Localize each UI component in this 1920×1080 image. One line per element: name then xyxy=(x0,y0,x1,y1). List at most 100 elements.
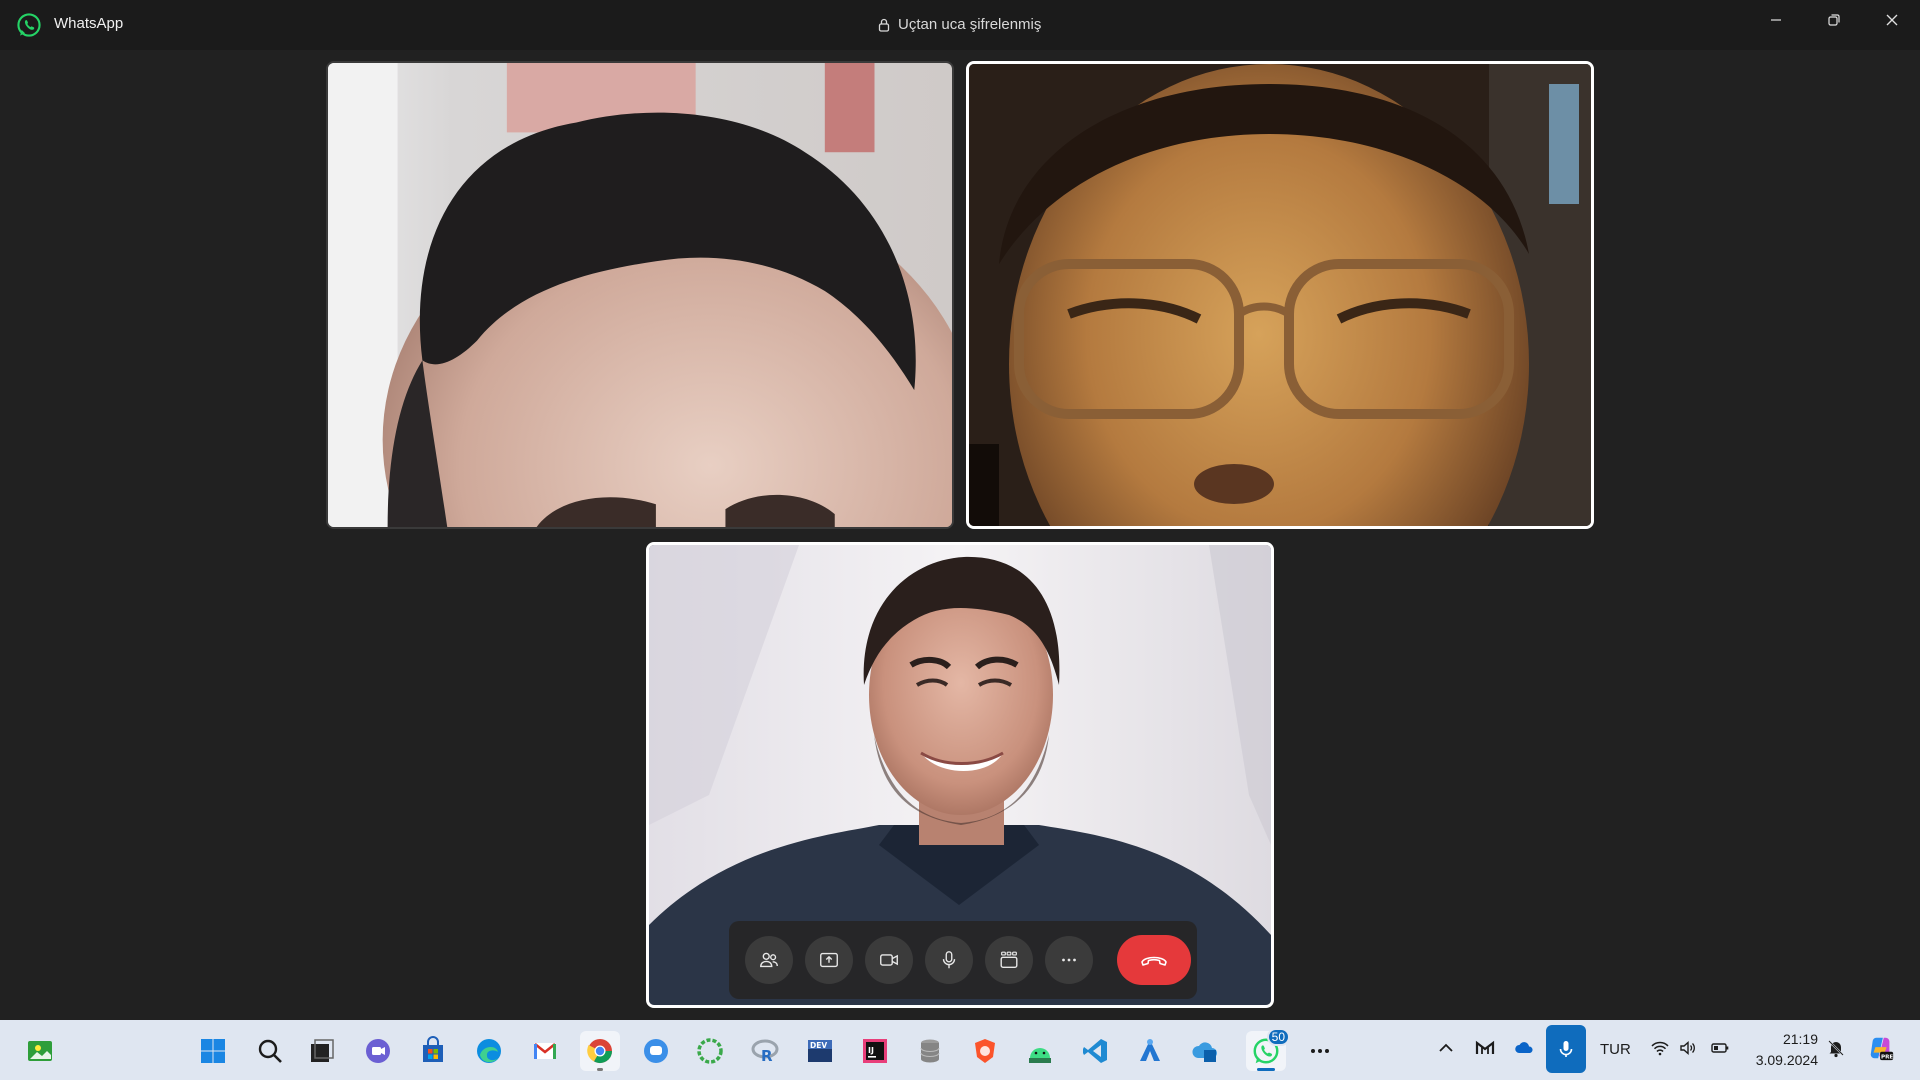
svg-text:IJ: IJ xyxy=(868,1046,874,1055)
participant-2-video-feed xyxy=(969,64,1591,526)
taskbar-search[interactable] xyxy=(250,1031,290,1071)
clock-time: 21:19 xyxy=(1782,1031,1818,1047)
taskbar-start[interactable] xyxy=(193,1031,233,1071)
screen-share-icon xyxy=(820,952,838,968)
taskbar-azure-data-studio[interactable] xyxy=(1130,1031,1170,1071)
tray-notifications[interactable] xyxy=(1824,1036,1848,1060)
restore-button[interactable] xyxy=(1806,0,1862,40)
taskbar-widgets[interactable] xyxy=(20,1031,60,1071)
tray-overflow-button[interactable] xyxy=(1434,1036,1458,1060)
teams-chat-icon xyxy=(366,1039,390,1063)
azure-storage-icon xyxy=(1192,1042,1217,1062)
edge-icon xyxy=(477,1039,501,1063)
azure-data-studio-icon xyxy=(1140,1039,1160,1061)
participant-video-1[interactable] xyxy=(326,61,954,529)
whatsapp-unread-badge: 50 xyxy=(1266,1028,1290,1046)
restore-icon xyxy=(1828,14,1840,26)
brave-browser-icon xyxy=(975,1039,995,1063)
tray-gmail[interactable] xyxy=(1473,1036,1497,1060)
taskbar-dev-cpp[interactable]: DEV xyxy=(800,1031,840,1071)
participant-1-video-feed xyxy=(328,63,952,527)
chrome-icon xyxy=(587,1039,612,1064)
taskbar-gmail[interactable] xyxy=(525,1031,565,1071)
tray-wifi[interactable] xyxy=(1648,1036,1672,1060)
svg-text:PRE: PRE xyxy=(1881,1054,1893,1060)
taskbar-android-studio[interactable] xyxy=(1020,1031,1060,1071)
self-video[interactable] xyxy=(646,542,1274,1008)
call-controls-bar xyxy=(729,921,1197,999)
chevron-up-icon xyxy=(1439,1043,1453,1052)
clock-date: 3.09.2024 xyxy=(1755,1052,1818,1068)
tray-volume[interactable] xyxy=(1676,1036,1700,1060)
taskbar-brave[interactable] xyxy=(965,1031,1005,1071)
more-options-icon xyxy=(1062,958,1076,962)
dev-ide-icon: DEV xyxy=(808,1040,832,1062)
taskbar: R DEV IJ 50 xyxy=(0,1020,1920,1080)
taskbar-r-studio[interactable]: R xyxy=(745,1031,785,1071)
taskbar-more[interactable] xyxy=(1300,1031,1340,1071)
search-icon xyxy=(258,1039,282,1063)
more-icon xyxy=(1311,1049,1329,1053)
wifi-icon xyxy=(1651,1041,1669,1056)
participant-video-2[interactable] xyxy=(966,61,1594,529)
taskbar-teams-chat[interactable] xyxy=(358,1031,398,1071)
tray-copilot[interactable]: PRE xyxy=(1866,1033,1896,1063)
tray-clock[interactable]: 21:19 3.09.2024 xyxy=(1746,1029,1818,1071)
taskbar-database[interactable] xyxy=(910,1031,950,1071)
minimize-button[interactable] xyxy=(1748,0,1804,40)
taskbar-loading-app[interactable] xyxy=(690,1031,730,1071)
participants-icon xyxy=(760,952,778,968)
svg-text:DEV: DEV xyxy=(810,1041,827,1050)
tray-microphone-in-use[interactable] xyxy=(1546,1025,1586,1073)
minimize-icon xyxy=(1771,19,1781,21)
mute-button[interactable] xyxy=(925,936,973,984)
android-icon xyxy=(1029,1048,1051,1063)
taskbar-messenger[interactable] xyxy=(636,1031,676,1071)
taskbar-vscode[interactable] xyxy=(1075,1031,1115,1071)
taskbar-task-view[interactable] xyxy=(302,1031,342,1071)
r-language-icon: R xyxy=(751,1039,779,1065)
intellij-icon: IJ xyxy=(863,1039,887,1063)
svg-text:R: R xyxy=(761,1047,773,1065)
input-language-indicator[interactable]: TUR xyxy=(1600,1041,1631,1058)
taskbar-microsoft-store[interactable] xyxy=(413,1031,453,1071)
layout-grid-icon xyxy=(1000,951,1018,969)
video-toggle-button[interactable] xyxy=(865,936,913,984)
vscode-icon xyxy=(1083,1039,1107,1063)
more-options-button[interactable] xyxy=(1045,936,1093,984)
microsoft-store-icon xyxy=(423,1036,443,1062)
participants-button[interactable] xyxy=(745,936,793,984)
taskbar-whatsapp[interactable]: 50 xyxy=(1246,1028,1290,1071)
end-call-button[interactable] xyxy=(1117,935,1191,985)
taskbar-intellij[interactable]: IJ xyxy=(855,1031,895,1071)
close-icon xyxy=(1886,14,1898,26)
tray-onedrive[interactable] xyxy=(1513,1036,1537,1060)
widgets-icon xyxy=(28,1041,52,1061)
close-button[interactable] xyxy=(1864,0,1920,40)
copilot-icon: PRE xyxy=(1870,1037,1893,1060)
whatsapp-logo-icon xyxy=(17,13,41,37)
gmail-tray-icon xyxy=(1475,1040,1495,1054)
title-bar: WhatsApp Uçtan uca şifrelenmiş xyxy=(0,0,1920,50)
microphone-icon xyxy=(942,951,956,969)
app-title: WhatsApp xyxy=(54,15,124,32)
video-camera-icon xyxy=(880,954,898,966)
circle-app-icon xyxy=(697,1038,723,1064)
gmail-icon xyxy=(534,1043,556,1059)
lock-icon xyxy=(878,18,890,32)
share-screen-button[interactable] xyxy=(805,936,853,984)
task-view-icon xyxy=(311,1039,334,1062)
tray-battery[interactable] xyxy=(1708,1036,1732,1060)
database-icon xyxy=(920,1039,940,1063)
encryption-label: Uçtan uca şifrelenmiş xyxy=(898,16,1042,33)
taskbar-chrome[interactable] xyxy=(580,1031,620,1071)
notification-bell-icon xyxy=(1828,1040,1844,1058)
volume-icon xyxy=(1680,1040,1695,1056)
taskbar-edge[interactable] xyxy=(469,1031,509,1071)
layout-button[interactable] xyxy=(985,936,1033,984)
messenger-icon xyxy=(644,1039,668,1063)
encryption-notice: Uçtan uca şifrelenmiş xyxy=(878,16,1041,33)
taskbar-azure-storage[interactable] xyxy=(1185,1031,1225,1071)
battery-icon xyxy=(1711,1043,1729,1053)
windows-start-icon xyxy=(201,1039,225,1063)
